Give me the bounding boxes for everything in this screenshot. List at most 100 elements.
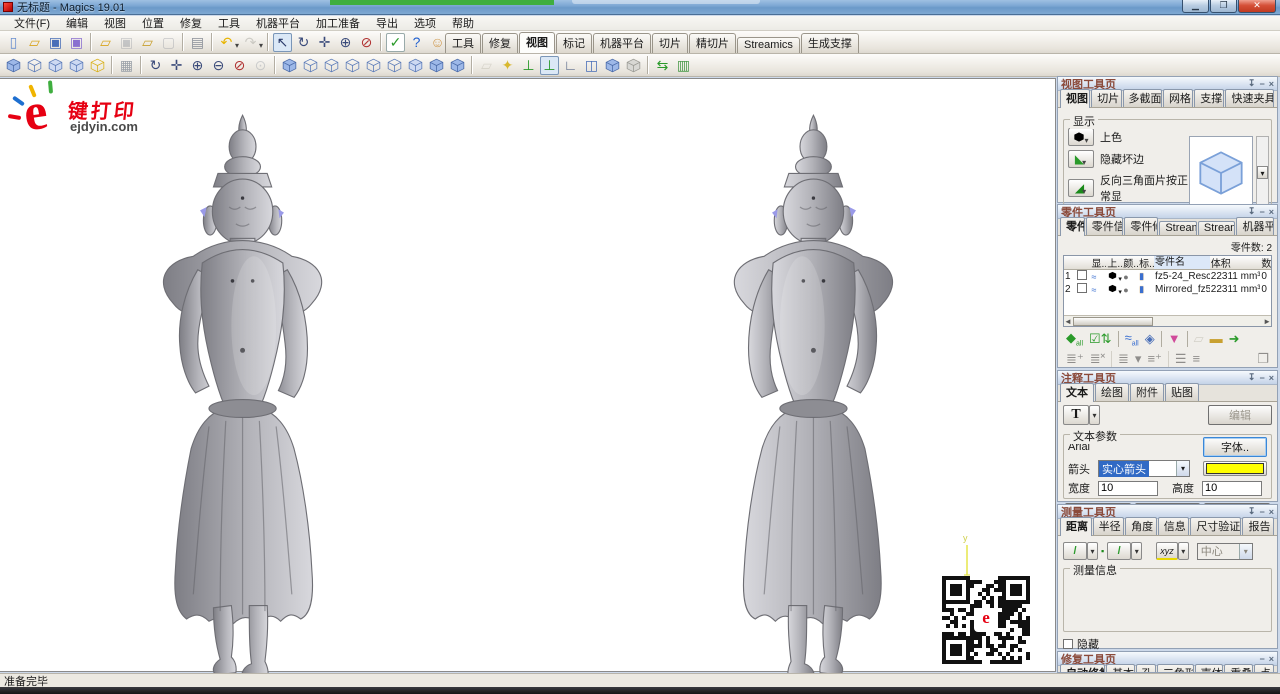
shade-toggle-button[interactable]: ▾ xyxy=(1068,128,1094,146)
edit-button[interactable]: 编辑 xyxy=(1208,405,1272,425)
close-panel-icon[interactable]: × xyxy=(1269,507,1274,517)
height-input[interactable] xyxy=(1202,481,1262,496)
preview-dropdown-icon[interactable]: ▾ xyxy=(1257,166,1268,179)
ribbon-tab-support[interactable]: 生成支撑 xyxy=(801,33,859,53)
menu-help[interactable]: 帮助 xyxy=(444,15,482,31)
hide-checkbox[interactable] xyxy=(1063,639,1073,649)
ribbon-tab-view[interactable]: 视图 xyxy=(519,32,555,53)
ribbon-tab-streamics[interactable]: Streamics xyxy=(737,37,800,53)
tab-info[interactable]: 信息 xyxy=(1158,517,1190,535)
sheet-gray-icon[interactable]: ▱ xyxy=(1194,331,1204,347)
tab-slice[interactable]: 切片 xyxy=(1091,89,1121,107)
split-window-icon[interactable]: ▦ xyxy=(117,56,136,75)
tab-streamics-1[interactable]: Streami.. xyxy=(1159,221,1197,235)
print-icon[interactable]: ▤ xyxy=(188,33,207,52)
inverted-triangles-button[interactable]: ◢▾ xyxy=(1068,179,1094,197)
menu-tools[interactable]: 工具 xyxy=(210,15,248,31)
close-button[interactable]: ✕ xyxy=(1238,0,1276,13)
select-all-parts-icon[interactable]: ◆all xyxy=(1066,330,1083,348)
measure-to-button[interactable]: / xyxy=(1107,542,1131,560)
toggle-visibility-icon[interactable]: ☑⇅ xyxy=(1089,331,1112,347)
pin-icon[interactable]: ↧ xyxy=(1248,506,1256,517)
plate-icon[interactable]: ▬ xyxy=(1210,331,1223,346)
menu-machine[interactable]: 机器平台 xyxy=(248,15,308,31)
tab-support[interactable]: 支撑 xyxy=(1194,89,1224,107)
orientation-cube-preview[interactable] xyxy=(1189,136,1253,210)
open-part-icon[interactable]: ▱ xyxy=(96,33,115,52)
zoom-view-icon[interactable]: ⊕ xyxy=(336,33,355,52)
wireframe-view-icon[interactable] xyxy=(25,56,44,75)
width-input[interactable] xyxy=(1098,481,1158,496)
redo-icon[interactable]: ↷ xyxy=(241,33,260,52)
to-platform-icon[interactable]: ▼ xyxy=(1168,331,1181,346)
hide-bad-edges-button[interactable]: ◣▾ xyxy=(1068,150,1094,168)
ribbon-tab-annotate[interactable]: 标记 xyxy=(556,33,592,53)
tab-view[interactable]: 视图 xyxy=(1060,89,1090,108)
view-front-icon[interactable] xyxy=(301,56,320,75)
close-panel-icon[interactable]: × xyxy=(1269,654,1274,664)
import-part-icon[interactable]: ➜ xyxy=(1229,331,1240,347)
axes-active-icon[interactable]: ⊥ xyxy=(540,56,559,75)
menu-export[interactable]: 导出 xyxy=(368,15,406,31)
save-all-parts-icon[interactable]: ▱ xyxy=(138,33,157,52)
measure-from-dropdown[interactable]: ▾ xyxy=(1087,542,1098,560)
copy-icon[interactable]: ❐ xyxy=(1257,351,1269,367)
tab-triangles[interactable]: 三角形 xyxy=(1157,664,1194,673)
collapse-icon[interactable]: − xyxy=(1259,373,1264,383)
shaded-view-icon[interactable] xyxy=(4,56,23,75)
tab-radius[interactable]: 半径 xyxy=(1093,517,1125,535)
close-panel-icon[interactable]: × xyxy=(1269,207,1274,217)
menu-view[interactable]: 视图 xyxy=(96,15,134,31)
view-back-icon[interactable] xyxy=(322,56,341,75)
zoom-back-icon[interactable]: ⊙ xyxy=(251,56,270,75)
arrow-select[interactable]: 实心箭头▾ xyxy=(1098,460,1190,477)
view-top-icon[interactable] xyxy=(385,56,404,75)
tab-autofix[interactable]: 自动修复 xyxy=(1060,664,1105,673)
import-scene-icon[interactable]: ⇆ xyxy=(653,56,672,75)
collapse-icon[interactable]: − xyxy=(1259,207,1264,217)
shade-all-icon[interactable]: ≈all xyxy=(1125,330,1139,348)
rotate-icon[interactable]: ↻ xyxy=(146,56,165,75)
new-file-icon[interactable]: ▯ xyxy=(4,33,23,52)
detail-view-icon[interactable]: ≡ xyxy=(1193,351,1201,366)
tab-part-fix[interactable]: 零件修... xyxy=(1124,217,1158,235)
measure-to-dropdown[interactable]: ▾ xyxy=(1131,542,1142,560)
view-iso-icon[interactable] xyxy=(280,56,299,75)
zoom-fit-icon[interactable]: ⊘ xyxy=(230,56,249,75)
rotate-part-icon[interactable]: ◈ xyxy=(1145,331,1155,347)
undo-icon[interactable]: ↶ xyxy=(217,33,236,52)
menu-prep[interactable]: 加工准备 xyxy=(308,15,368,31)
tab-distance[interactable]: 距离 xyxy=(1060,517,1092,536)
font-button[interactable]: 字体.. xyxy=(1203,437,1267,457)
tab-part-info[interactable]: 零件信息 xyxy=(1086,217,1124,235)
tab-holes[interactable]: 孔 xyxy=(1136,664,1156,673)
pin-icon[interactable]: ↧ xyxy=(1248,372,1256,383)
light-icon[interactable]: ✦ xyxy=(498,56,517,75)
shade-wire-view-icon[interactable] xyxy=(46,56,65,75)
menu-position[interactable]: 位置 xyxy=(134,15,172,31)
tab-parts[interactable]: 零件 xyxy=(1060,217,1085,236)
list-view-icon[interactable]: ☰ xyxy=(1175,351,1187,367)
minimize-button[interactable]: ▁ xyxy=(1182,0,1209,13)
cube-solid-icon[interactable] xyxy=(603,56,622,75)
rotate-view-icon[interactable]: ↻ xyxy=(294,33,313,52)
part-visible-checkbox[interactable] xyxy=(1077,283,1087,293)
collapse-icon[interactable]: − xyxy=(1259,654,1264,664)
tab-report[interactable]: 报告 xyxy=(1242,517,1274,535)
ribbon-tab-machine[interactable]: 机器平台 xyxy=(593,33,651,53)
tab-streamics-2[interactable]: Streami.. xyxy=(1198,221,1236,235)
save-part-icon[interactable]: ▣ xyxy=(117,33,136,52)
menu-fix[interactable]: 修复 xyxy=(172,15,210,31)
menu-file[interactable]: 文件(F) xyxy=(6,15,58,31)
measure-from-button[interactable]: / xyxy=(1063,542,1087,560)
collapse-icon[interactable]: − xyxy=(1259,507,1264,517)
tab-quickclamp[interactable]: 快速夹具 xyxy=(1225,89,1274,107)
ribbon-tab-tools[interactable]: 工具 xyxy=(445,33,481,53)
part-visible-checkbox[interactable] xyxy=(1077,270,1087,280)
statue-part-1[interactable] xyxy=(734,115,892,673)
tab-basic[interactable]: 基本 xyxy=(1106,664,1135,673)
axes-icon[interactable]: ⊥ xyxy=(519,56,538,75)
view-iso2-icon[interactable] xyxy=(427,56,446,75)
tab-text[interactable]: 文本 xyxy=(1060,383,1094,402)
indent-icon[interactable]: ≡⁺ xyxy=(1147,351,1161,367)
